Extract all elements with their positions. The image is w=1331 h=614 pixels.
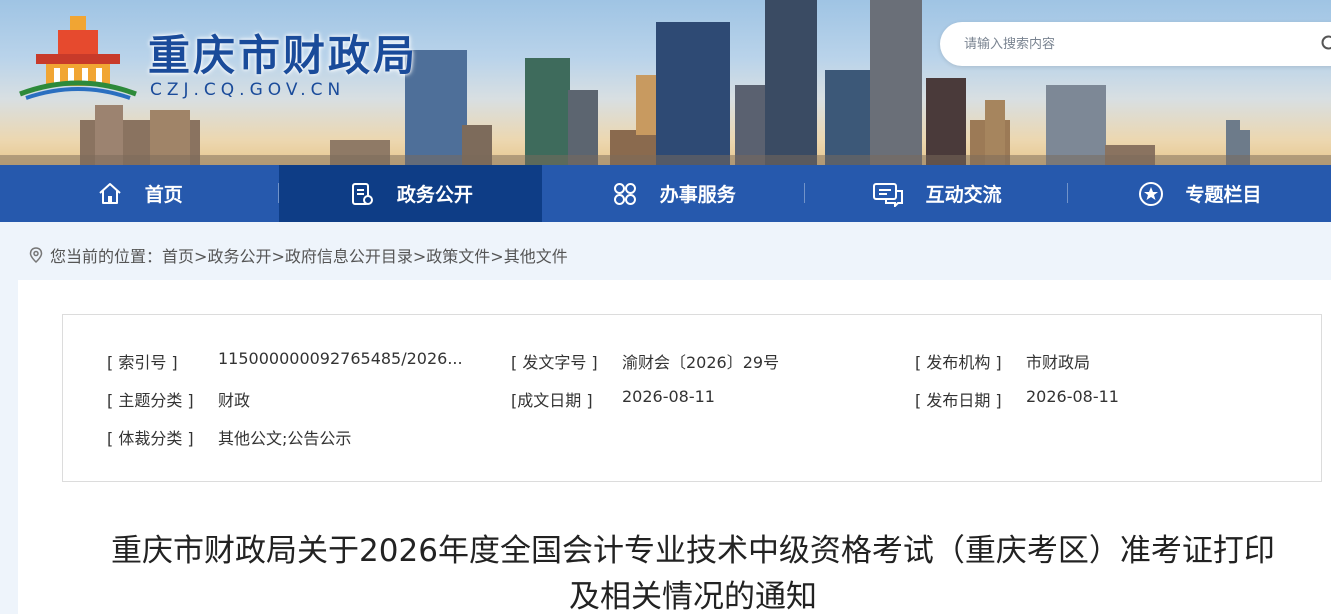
logo-emblem-icon: [19, 16, 137, 100]
breadcrumb-prefix: 您当前的位置：: [50, 247, 163, 266]
home-icon: [99, 182, 121, 204]
nav-item-interaction[interactable]: 互动交流: [805, 165, 1069, 222]
breadcrumb-link-other-docs[interactable]: 其他文件: [504, 247, 568, 266]
location-pin-icon: [29, 247, 43, 263]
meta-value-topic: 财政: [218, 391, 251, 410]
nav-item-home[interactable]: 首页: [0, 165, 280, 222]
meta-label-created: [成文日期 ]: [511, 391, 593, 410]
nav-item-label: 专题栏目: [1185, 184, 1262, 206]
meta-label-doc-no: [ 发文字号 ]: [511, 353, 598, 372]
breadcrumb-separator: >: [271, 247, 285, 266]
site-name[interactable]: 重庆市财政局: [148, 22, 418, 83]
breadcrumb: 您当前的位置：首页>政务公开>政府信息公开目录>政策文件>其他文件: [28, 243, 568, 267]
breadcrumb-link-government-affairs[interactable]: 政务公开: [207, 247, 271, 266]
document-icon: [351, 182, 373, 205]
breadcrumb-separator: >: [412, 247, 427, 266]
meta-value-publisher: 市财政局: [1026, 353, 1091, 372]
star-icon: [1138, 181, 1163, 206]
document-title: 重庆市财政局关于2026年度全国会计专业技术中级资格考试（重庆考区）准考证打印 …: [58, 528, 1328, 614]
search-icon[interactable]: [1320, 34, 1331, 54]
nav-item-label: 首页: [144, 184, 183, 206]
nav-item-government-affairs[interactable]: 政务公开: [279, 165, 543, 222]
nav-item-label: 互动交流: [925, 184, 1002, 206]
breadcrumb-link-home[interactable]: 首页: [162, 247, 194, 266]
search-box: [940, 22, 1331, 66]
meta-label-publisher: [ 发布机构 ]: [915, 353, 1002, 372]
nav-item-special-topics[interactable]: 专题栏目: [1068, 165, 1331, 222]
document-title-line: 及相关情况的通知: [569, 579, 817, 614]
meta-value-created: 2026-08-11: [622, 387, 715, 406]
breadcrumb-separator: >: [490, 247, 504, 266]
meta-label-genre: [ 体裁分类 ]: [107, 429, 194, 448]
chat-icon: [872, 182, 903, 207]
meta-label-topic: [ 主题分类 ]: [107, 391, 194, 410]
nav-item-label: 办事服务: [659, 184, 736, 206]
breadcrumb-separator: >: [194, 247, 208, 266]
meta-label-published: [ 发布日期 ]: [915, 391, 1002, 410]
search-input[interactable]: [964, 33, 1304, 55]
breadcrumb-link-info-catalog[interactable]: 政府信息公开目录: [285, 247, 413, 266]
document-title-line: 重庆市财政局关于2026年度全国会计专业技术中级资格考试（重庆考区）准考证打印: [111, 533, 1275, 569]
meta-value-genre: 其他公文;公告公示: [218, 429, 352, 448]
meta-value-doc-no: 渝财会〔2026〕29号: [622, 353, 780, 372]
nav-item-label: 政务公开: [396, 184, 473, 206]
meta-value-index: 115000000092765485/2026...: [218, 349, 463, 368]
site-domain: CZJ.CQ.GOV.CN: [150, 80, 346, 100]
content-panel: [ 索引号 ] 115000000092765485/2026... [ 发文字…: [18, 280, 1331, 614]
breadcrumb-link-policy-docs[interactable]: 政策文件: [426, 247, 490, 266]
meta-label-index: [ 索引号 ]: [107, 353, 178, 372]
document-meta-box: [ 索引号 ] 115000000092765485/2026... [ 发文字…: [62, 314, 1322, 482]
nav-item-services[interactable]: 办事服务: [542, 165, 806, 222]
grid-icon: [613, 182, 636, 205]
site-header: 重庆市财政局 CZJ.CQ.GOV.CN: [0, 0, 1331, 165]
meta-value-published: 2026-08-11: [1026, 387, 1119, 406]
main-nav: 首页 政务公开 办事服务 互动交流 专题栏目: [0, 165, 1331, 222]
